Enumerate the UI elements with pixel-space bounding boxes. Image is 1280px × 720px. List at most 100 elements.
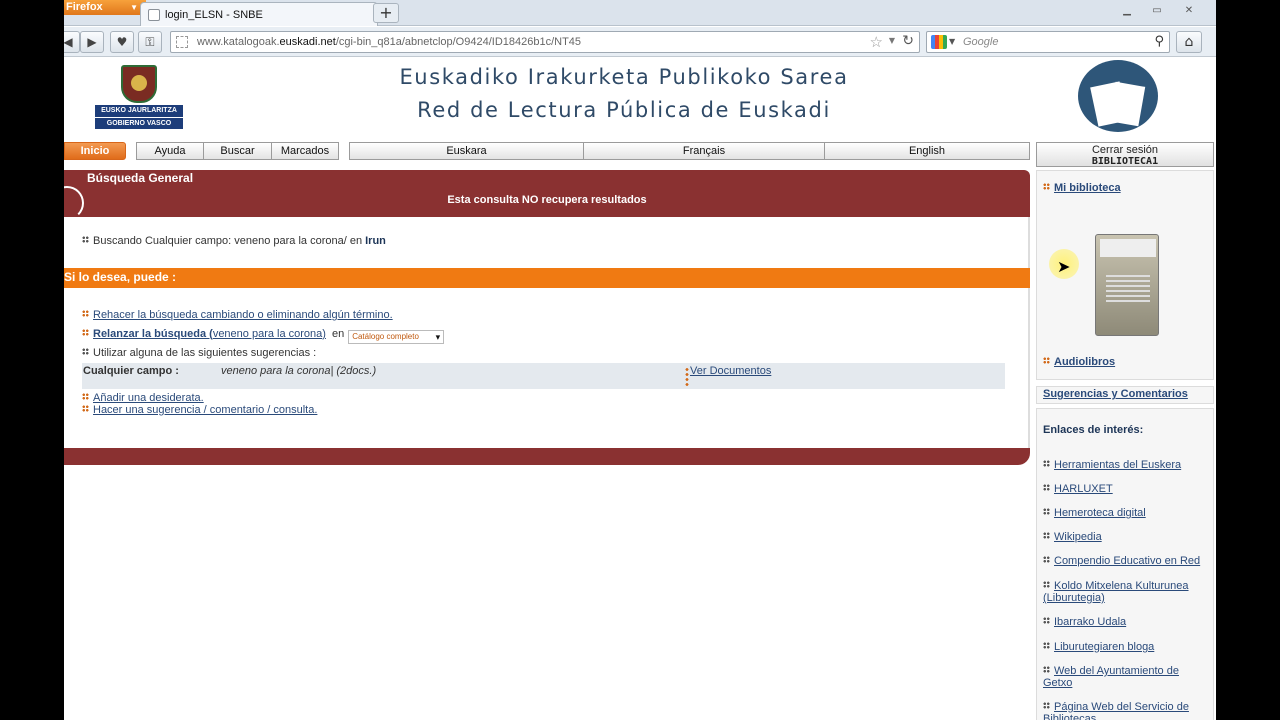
desiderata-option: Añadir una desiderata.: [82, 392, 204, 404]
firefox-menu-button[interactable]: Firefox ▼: [64, 0, 146, 15]
suggestions-link[interactable]: Sugerencias y Comentarios: [1043, 388, 1188, 400]
tab-active[interactable]: login_ELSN - SNBE: [140, 2, 378, 26]
redo-search-link[interactable]: Rehacer la búsqueda cambiando o eliminan…: [93, 309, 393, 321]
pointer-arrow-icon: ➤: [1057, 257, 1071, 276]
sidebar-link-item: Web del Ayuntamiento de Getxo: [1043, 665, 1211, 689]
menu-english[interactable]: English: [824, 142, 1030, 160]
mouse-cursor: ➤: [1049, 249, 1079, 285]
audiobook-cover-image[interactable]: [1095, 234, 1159, 336]
my-library-link[interactable]: Mi biblioteca: [1054, 182, 1121, 194]
menu-francais[interactable]: Français: [583, 142, 825, 160]
suggestions-intro: Utilizar alguna de las siguientes sugere…: [82, 347, 316, 359]
results-body: Buscando Cualquier campo: veneno para la…: [64, 217, 1030, 449]
address-bar[interactable]: www.katalogoak.euskadi.net/cgi-bin_q81a/…: [170, 31, 920, 53]
bullet-icon: [1043, 460, 1050, 467]
gobierno-vasco-logo[interactable]: EUSKO JAURLARITZA GOBIERNO VASCO: [95, 65, 183, 129]
audiobooks-item: Audiolibros: [1043, 356, 1115, 368]
search-summary-text: Buscando Cualquier campo: veneno para la…: [93, 235, 366, 247]
redo-search-option: Rehacer la búsqueda cambiando o eliminan…: [82, 309, 393, 321]
sidebar-link[interactable]: Web del Ayuntamiento de Getxo: [1043, 665, 1179, 689]
menu-buscar[interactable]: Buscar: [203, 142, 272, 160]
page-favicon-icon: [148, 9, 160, 21]
sidebar-link-item: HARLUXET: [1043, 483, 1113, 495]
suggestion-link[interactable]: Hacer una sugerencia / comentario / cons…: [93, 404, 317, 416]
sidebar-link[interactable]: Liburutegiaren bloga: [1054, 641, 1154, 653]
results-footer-bar: [64, 448, 1030, 465]
browser-window: Firefox ▼ login_ELSN - SNBE + ▁ ▭ ✕ ◀ ▶ ♥…: [64, 0, 1216, 720]
forward-arrow-icon: ▶: [87, 35, 97, 49]
view-documents-link[interactable]: Ver Documentos: [690, 365, 771, 377]
search-engine-dropdown-icon[interactable]: ▼: [949, 37, 955, 46]
password-key-button[interactable]: ⚿: [138, 31, 162, 53]
url-text: www.katalogoak.euskadi.net/cgi-bin_q81a/…: [197, 36, 581, 48]
site-title-basque: Euskadiko Irakurketa Publikoko Sarea: [399, 65, 849, 89]
bookmark-star-icon[interactable]: ☆: [870, 33, 883, 51]
menu-inicio[interactable]: Inicio: [64, 142, 126, 160]
reload-icon[interactable]: ↻: [902, 33, 914, 49]
sidebar-link[interactable]: HARLUXET: [1054, 483, 1113, 495]
bullet-icon: [82, 329, 89, 336]
sidebar-link[interactable]: Wikipedia: [1054, 531, 1102, 543]
sidebar-link-item: Herramientas del Euskera: [1043, 459, 1181, 471]
audiobooks-link[interactable]: Audiolibros: [1054, 356, 1115, 368]
minimize-button[interactable]: ▁: [1116, 4, 1138, 18]
coat-of-arms-icon: [121, 65, 157, 103]
relaunch-search-link[interactable]: Relanzar la búsqueda (veneno para la cor…: [93, 328, 326, 340]
library-network-logo: [1078, 60, 1158, 132]
menu-ayuda[interactable]: Ayuda: [136, 142, 204, 160]
main-menu: Inicio Ayuda Buscar Marcados Euskara Fra…: [64, 142, 1030, 160]
suggestion-terms: veneno para la corona| (2docs.): [221, 365, 377, 377]
relaunch-close: ): [322, 328, 326, 340]
sidebar-link[interactable]: Ibarrako Udala: [1054, 616, 1126, 628]
close-window-button[interactable]: ✕: [1178, 4, 1200, 18]
suggestions-text: Utilizar alguna de las siguientes sugere…: [93, 347, 317, 359]
menu-euskara[interactable]: Euskara: [349, 142, 584, 160]
sidebar-link[interactable]: Página Web del Servicio de Bibliotecas: [1043, 701, 1189, 720]
session-user: BIBLIOTECA1: [1091, 156, 1159, 167]
forward-button[interactable]: ▶: [80, 31, 104, 53]
relaunch-terms: veneno para la corona: [212, 328, 323, 340]
sidebar-link[interactable]: Herramientas del Euskera: [1054, 459, 1181, 471]
tab-bar: Firefox ▼ login_ELSN - SNBE + ▁ ▭ ✕: [64, 0, 1216, 26]
url-host-main: euskadi.net: [279, 36, 336, 48]
home-button[interactable]: ⌂: [1176, 31, 1202, 53]
bullet-icon: [1043, 508, 1050, 515]
search-summary: Buscando Cualquier campo: veneno para la…: [82, 235, 386, 247]
new-tab-button[interactable]: +: [373, 3, 399, 23]
desiderata-link[interactable]: Añadir una desiderata.: [93, 392, 204, 404]
relaunch-search-option: Relanzar la búsqueda (veneno para la cor…: [82, 328, 445, 344]
bullet-icon: [1043, 702, 1050, 709]
firefox-menu-label: Firefox: [66, 1, 103, 13]
site-identity-icon: [176, 36, 188, 48]
site-header: EUSKO JAURLARITZA GOBIERNO VASCO Euskadi…: [64, 58, 1216, 138]
bullet-icon: [1043, 357, 1050, 364]
url-dropdown-icon[interactable]: ▼: [889, 36, 895, 45]
sidebar-link-item: Página Web del Servicio de Bibliotecas: [1043, 701, 1211, 720]
tab-title: login_ELSN - SNBE: [165, 9, 263, 21]
sidebar-link[interactable]: Compendio Educativo en Red: [1054, 555, 1200, 567]
bullet-icon: [1043, 617, 1050, 624]
back-button[interactable]: ◀: [64, 31, 80, 53]
search-icon[interactable]: ⚲: [1154, 34, 1164, 49]
catalog-select[interactable]: Catálogo completo: [348, 330, 445, 344]
relaunch-in-label: en: [331, 328, 345, 340]
gov-logo-line1: EUSKO JAURLARITZA: [95, 105, 183, 117]
logout-link[interactable]: Cerrar sesión: [1037, 144, 1213, 156]
options-header-bar: Si lo desea, puede :: [64, 268, 1030, 288]
logout-box[interactable]: Cerrar sesión BIBLIOTECA1: [1036, 142, 1214, 167]
cover-text: [1106, 275, 1150, 305]
sidebar-link[interactable]: Koldo Mitxelena Kulturunea (Liburutegia): [1043, 580, 1189, 604]
heart-icon: ♥: [116, 35, 128, 49]
bullet-icon: [1043, 532, 1050, 539]
sidebar-link[interactable]: Hemeroteca digital: [1054, 507, 1146, 519]
bullet-icon: [82, 393, 89, 400]
bullet-icon: [82, 405, 89, 412]
maximize-button[interactable]: ▭: [1146, 4, 1168, 18]
bullet-icon: [1043, 666, 1050, 673]
bookmark-heart-button[interactable]: ♥: [110, 31, 134, 53]
menu-marcados[interactable]: Marcados: [271, 142, 339, 160]
gov-logo-line2: GOBIERNO VASCO: [95, 118, 183, 129]
sidebar-link-item: Hemeroteca digital: [1043, 507, 1146, 519]
search-box[interactable]: ▼ Google ⚲: [926, 31, 1170, 53]
bullet-icon: [1043, 556, 1050, 563]
